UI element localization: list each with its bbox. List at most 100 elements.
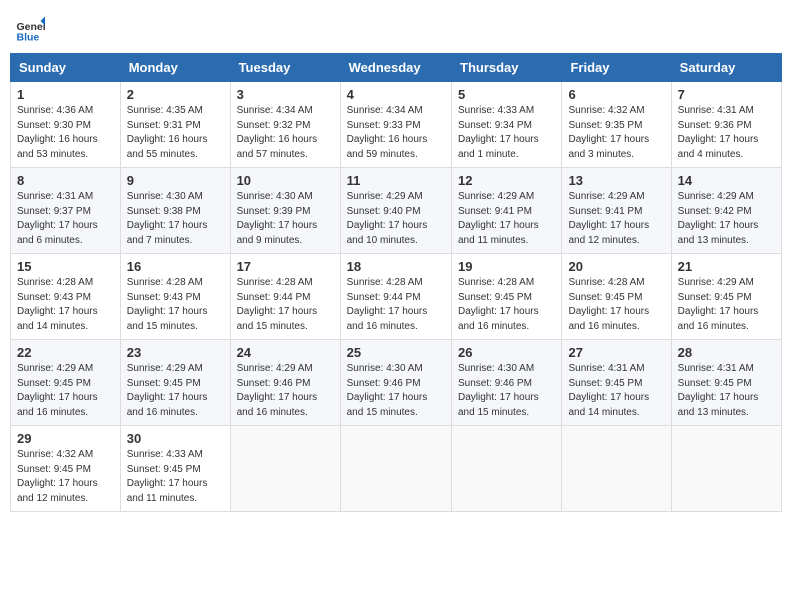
week-row-5: 29 Sunrise: 4:32 AM Sunset: 9:45 PM Dayl… [11, 426, 782, 512]
logo: General Blue [15, 15, 45, 45]
day-number: 1 [17, 87, 114, 102]
day-info: Sunrise: 4:30 AM Sunset: 9:39 PM Dayligh… [237, 190, 334, 248]
calendar-cell: 1 Sunrise: 4:36 AM Sunset: 9:30 PM Dayli… [11, 82, 121, 168]
day-number: 16 [127, 259, 224, 274]
column-header-monday: Monday [120, 54, 230, 82]
day-number: 4 [347, 87, 445, 102]
day-number: 2 [127, 87, 224, 102]
calendar-cell: 27 Sunrise: 4:31 AM Sunset: 9:45 PM Dayl… [562, 340, 671, 426]
day-info: Sunrise: 4:29 AM Sunset: 9:41 PM Dayligh… [458, 190, 555, 248]
week-row-1: 1 Sunrise: 4:36 AM Sunset: 9:30 PM Dayli… [11, 82, 782, 168]
calendar-cell: 16 Sunrise: 4:28 AM Sunset: 9:43 PM Dayl… [120, 254, 230, 340]
day-info: Sunrise: 4:29 AM Sunset: 9:40 PM Dayligh… [347, 190, 445, 248]
day-info: Sunrise: 4:33 AM Sunset: 9:45 PM Dayligh… [127, 448, 224, 506]
day-number: 30 [127, 431, 224, 446]
day-number: 8 [17, 173, 114, 188]
week-row-2: 8 Sunrise: 4:31 AM Sunset: 9:37 PM Dayli… [11, 168, 782, 254]
day-info: Sunrise: 4:31 AM Sunset: 9:36 PM Dayligh… [678, 104, 775, 162]
day-info: Sunrise: 4:29 AM Sunset: 9:46 PM Dayligh… [237, 362, 334, 420]
calendar-cell: 5 Sunrise: 4:33 AM Sunset: 9:34 PM Dayli… [452, 82, 562, 168]
calendar-cell: 21 Sunrise: 4:29 AM Sunset: 9:45 PM Dayl… [671, 254, 781, 340]
day-info: Sunrise: 4:29 AM Sunset: 9:41 PM Dayligh… [568, 190, 664, 248]
calendar-cell: 6 Sunrise: 4:32 AM Sunset: 9:35 PM Dayli… [562, 82, 671, 168]
day-info: Sunrise: 4:28 AM Sunset: 9:44 PM Dayligh… [237, 276, 334, 334]
calendar-cell: 9 Sunrise: 4:30 AM Sunset: 9:38 PM Dayli… [120, 168, 230, 254]
header: General Blue [10, 10, 782, 45]
day-number: 20 [568, 259, 664, 274]
day-number: 9 [127, 173, 224, 188]
column-header-tuesday: Tuesday [230, 54, 340, 82]
day-number: 25 [347, 345, 445, 360]
calendar-cell: 15 Sunrise: 4:28 AM Sunset: 9:43 PM Dayl… [11, 254, 121, 340]
day-number: 7 [678, 87, 775, 102]
day-number: 24 [237, 345, 334, 360]
calendar-cell: 17 Sunrise: 4:28 AM Sunset: 9:44 PM Dayl… [230, 254, 340, 340]
calendar-cell: 8 Sunrise: 4:31 AM Sunset: 9:37 PM Dayli… [11, 168, 121, 254]
column-header-wednesday: Wednesday [340, 54, 451, 82]
calendar-cell [562, 426, 671, 512]
day-number: 11 [347, 173, 445, 188]
day-info: Sunrise: 4:30 AM Sunset: 9:38 PM Dayligh… [127, 190, 224, 248]
day-info: Sunrise: 4:29 AM Sunset: 9:45 PM Dayligh… [127, 362, 224, 420]
calendar-cell [340, 426, 451, 512]
day-number: 6 [568, 87, 664, 102]
calendar-cell: 29 Sunrise: 4:32 AM Sunset: 9:45 PM Dayl… [11, 426, 121, 512]
column-header-saturday: Saturday [671, 54, 781, 82]
day-number: 28 [678, 345, 775, 360]
day-number: 5 [458, 87, 555, 102]
day-number: 29 [17, 431, 114, 446]
day-number: 26 [458, 345, 555, 360]
column-header-friday: Friday [562, 54, 671, 82]
day-info: Sunrise: 4:32 AM Sunset: 9:35 PM Dayligh… [568, 104, 664, 162]
calendar-table: SundayMondayTuesdayWednesdayThursdayFrid… [10, 53, 782, 512]
day-info: Sunrise: 4:29 AM Sunset: 9:45 PM Dayligh… [17, 362, 114, 420]
calendar-cell: 22 Sunrise: 4:29 AM Sunset: 9:45 PM Dayl… [11, 340, 121, 426]
day-info: Sunrise: 4:31 AM Sunset: 9:37 PM Dayligh… [17, 190, 114, 248]
calendar-cell: 4 Sunrise: 4:34 AM Sunset: 9:33 PM Dayli… [340, 82, 451, 168]
day-number: 23 [127, 345, 224, 360]
day-info: Sunrise: 4:36 AM Sunset: 9:30 PM Dayligh… [17, 104, 114, 162]
day-info: Sunrise: 4:28 AM Sunset: 9:45 PM Dayligh… [458, 276, 555, 334]
calendar-cell: 20 Sunrise: 4:28 AM Sunset: 9:45 PM Dayl… [562, 254, 671, 340]
column-header-sunday: Sunday [11, 54, 121, 82]
day-info: Sunrise: 4:34 AM Sunset: 9:32 PM Dayligh… [237, 104, 334, 162]
day-number: 17 [237, 259, 334, 274]
day-info: Sunrise: 4:28 AM Sunset: 9:45 PM Dayligh… [568, 276, 664, 334]
column-header-thursday: Thursday [452, 54, 562, 82]
day-info: Sunrise: 4:35 AM Sunset: 9:31 PM Dayligh… [127, 104, 224, 162]
day-number: 18 [347, 259, 445, 274]
calendar-cell: 2 Sunrise: 4:35 AM Sunset: 9:31 PM Dayli… [120, 82, 230, 168]
day-number: 3 [237, 87, 334, 102]
logo-icon: General Blue [15, 15, 45, 45]
calendar-cell: 23 Sunrise: 4:29 AM Sunset: 9:45 PM Dayl… [120, 340, 230, 426]
day-number: 19 [458, 259, 555, 274]
calendar-cell [452, 426, 562, 512]
day-info: Sunrise: 4:28 AM Sunset: 9:44 PM Dayligh… [347, 276, 445, 334]
calendar-cell: 18 Sunrise: 4:28 AM Sunset: 9:44 PM Dayl… [340, 254, 451, 340]
calendar-body: 1 Sunrise: 4:36 AM Sunset: 9:30 PM Dayli… [11, 82, 782, 512]
calendar-cell: 26 Sunrise: 4:30 AM Sunset: 9:46 PM Dayl… [452, 340, 562, 426]
day-number: 10 [237, 173, 334, 188]
calendar-cell: 24 Sunrise: 4:29 AM Sunset: 9:46 PM Dayl… [230, 340, 340, 426]
svg-text:Blue: Blue [17, 32, 40, 44]
day-number: 22 [17, 345, 114, 360]
day-number: 15 [17, 259, 114, 274]
week-row-4: 22 Sunrise: 4:29 AM Sunset: 9:45 PM Dayl… [11, 340, 782, 426]
day-number: 14 [678, 173, 775, 188]
calendar-cell: 12 Sunrise: 4:29 AM Sunset: 9:41 PM Dayl… [452, 168, 562, 254]
calendar-cell: 30 Sunrise: 4:33 AM Sunset: 9:45 PM Dayl… [120, 426, 230, 512]
calendar-cell [230, 426, 340, 512]
day-number: 13 [568, 173, 664, 188]
week-row-3: 15 Sunrise: 4:28 AM Sunset: 9:43 PM Dayl… [11, 254, 782, 340]
calendar-cell: 7 Sunrise: 4:31 AM Sunset: 9:36 PM Dayli… [671, 82, 781, 168]
day-number: 27 [568, 345, 664, 360]
day-info: Sunrise: 4:30 AM Sunset: 9:46 PM Dayligh… [458, 362, 555, 420]
calendar-cell: 10 Sunrise: 4:30 AM Sunset: 9:39 PM Dayl… [230, 168, 340, 254]
day-info: Sunrise: 4:32 AM Sunset: 9:45 PM Dayligh… [17, 448, 114, 506]
day-number: 21 [678, 259, 775, 274]
calendar-cell: 14 Sunrise: 4:29 AM Sunset: 9:42 PM Dayl… [671, 168, 781, 254]
day-info: Sunrise: 4:28 AM Sunset: 9:43 PM Dayligh… [17, 276, 114, 334]
day-info: Sunrise: 4:34 AM Sunset: 9:33 PM Dayligh… [347, 104, 445, 162]
calendar-cell: 25 Sunrise: 4:30 AM Sunset: 9:46 PM Dayl… [340, 340, 451, 426]
day-info: Sunrise: 4:29 AM Sunset: 9:42 PM Dayligh… [678, 190, 775, 248]
